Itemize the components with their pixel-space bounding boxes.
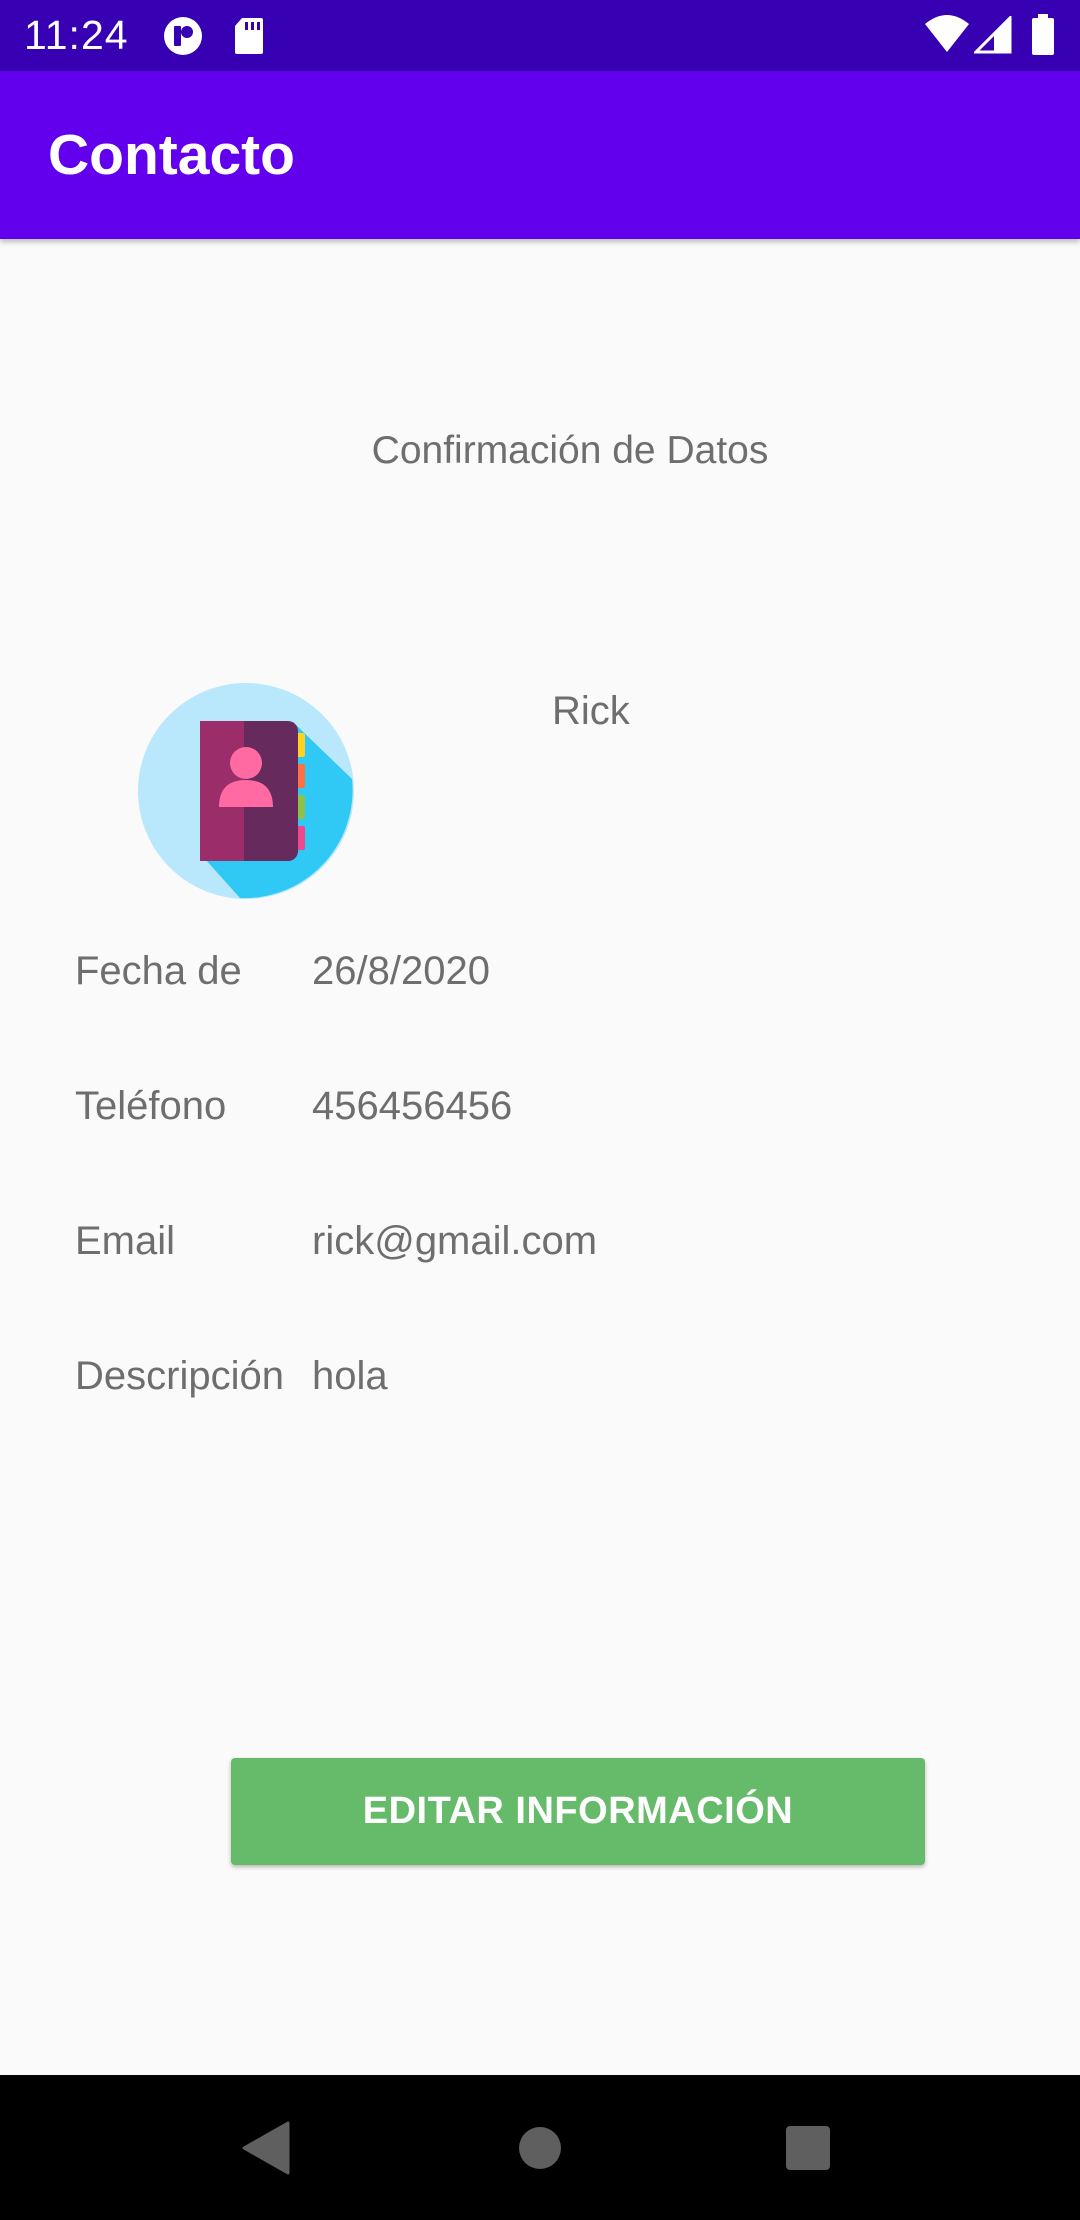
wifi-icon bbox=[925, 15, 969, 52]
recents-icon[interactable] bbox=[786, 2126, 830, 2170]
notification-app-icon bbox=[164, 17, 202, 55]
phone-value: 456456456 bbox=[312, 1084, 513, 1128]
home-icon[interactable] bbox=[518, 2126, 562, 2170]
email-value: rick@gmail.com bbox=[312, 1219, 598, 1263]
description-value: hola bbox=[312, 1354, 388, 1398]
contact-name: Rick bbox=[552, 689, 630, 733]
status-bar: 11:24 bbox=[0, 0, 1080, 71]
birthdate-label: Fecha de bbox=[75, 949, 242, 993]
confirmation-heading: Confirmación de Datos bbox=[371, 429, 769, 472]
status-time: 11:24 bbox=[24, 12, 129, 58]
back-icon[interactable] bbox=[240, 2121, 290, 2175]
birthdate-value: 26/8/2020 bbox=[312, 949, 490, 993]
edit-info-button[interactable]: EDITAR INFORMACIÓN bbox=[231, 1758, 925, 1865]
battery-icon bbox=[1032, 14, 1054, 55]
contact-book-icon bbox=[138, 683, 354, 899]
cellular-signal-icon bbox=[974, 16, 1012, 54]
contact-details: Confirmación de Datos Rick Fecha de 26/8… bbox=[0, 239, 1080, 2075]
app-bar: Contacto bbox=[0, 71, 1080, 239]
description-label: Descripción bbox=[75, 1354, 284, 1398]
app-title: Contacto bbox=[48, 123, 295, 187]
sd-card-icon bbox=[235, 18, 263, 54]
navigation-bar bbox=[0, 2075, 1080, 2220]
email-label: Email bbox=[75, 1219, 176, 1263]
phone-label: Teléfono bbox=[75, 1084, 227, 1128]
